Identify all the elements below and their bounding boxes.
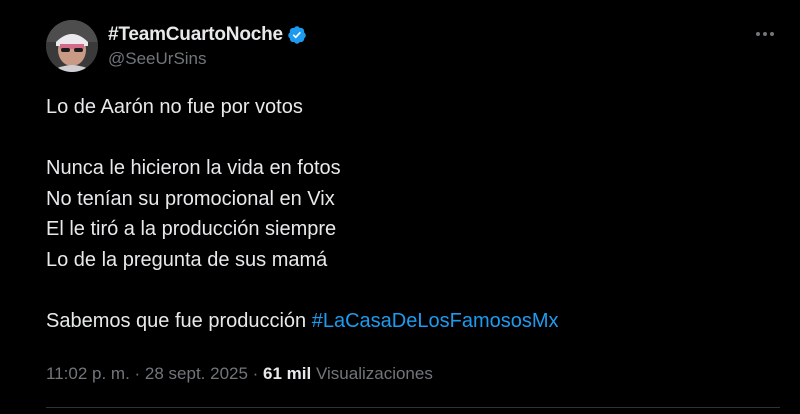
tweet-line: El le tiró a la producción siempre: [46, 218, 337, 240]
author-names: #TeamCuartoNoche @SeeUrSins: [108, 23, 307, 69]
views-count: 61 mil: [263, 364, 312, 383]
display-name-row: #TeamCuartoNoche: [108, 23, 307, 47]
tweet-time[interactable]: 11:02 p. m.: [46, 364, 130, 383]
tweet-line: Lo de Aarón no fue por votos: [46, 96, 303, 118]
tweet-header: #TeamCuartoNoche @SeeUrSins: [46, 20, 780, 72]
tweet-line: No tenían su promocional en Vix: [46, 187, 335, 210]
more-options-icon[interactable]: [750, 22, 780, 46]
more-dot: [756, 32, 760, 36]
more-dot: [770, 32, 774, 36]
tweet-date[interactable]: 28 sept. 2025: [145, 364, 248, 383]
meta-separator: ·: [129, 364, 145, 383]
divider: [46, 407, 780, 408]
verified-badge-icon: [287, 25, 307, 45]
tweet-meta: 11:02 p. m. · 28 sept. 2025 · 61 mil Vis…: [46, 364, 433, 384]
meta-separator: ·: [247, 364, 264, 383]
tweet-line: Nunca le hicieron la vida en fotos: [46, 157, 341, 179]
avatar-image: [46, 20, 98, 72]
tweet-line-text: Sabemos que fue producción: [46, 309, 312, 332]
avatar[interactable]: [46, 20, 98, 72]
display-name[interactable]: #TeamCuartoNoche: [108, 24, 283, 46]
tweet-line: Lo de la pregunta de sus mamá: [46, 248, 328, 271]
tweet-text: Lo de Aarón no fue por votos Nunca le hi…: [46, 92, 780, 336]
tweet-card: #TeamCuartoNoche @SeeUrSins Lo de Aarón …: [0, 0, 800, 414]
views-label: Visualizaciones: [311, 364, 433, 383]
hashtag-link[interactable]: #LaCasaDeLosFamososMx: [312, 310, 559, 332]
author-handle[interactable]: @SeeUrSins: [108, 49, 307, 69]
more-dot: [763, 32, 767, 36]
tweet-line-last: Sabemos que fue producción #LaCasaDeLosF…: [46, 306, 780, 337]
